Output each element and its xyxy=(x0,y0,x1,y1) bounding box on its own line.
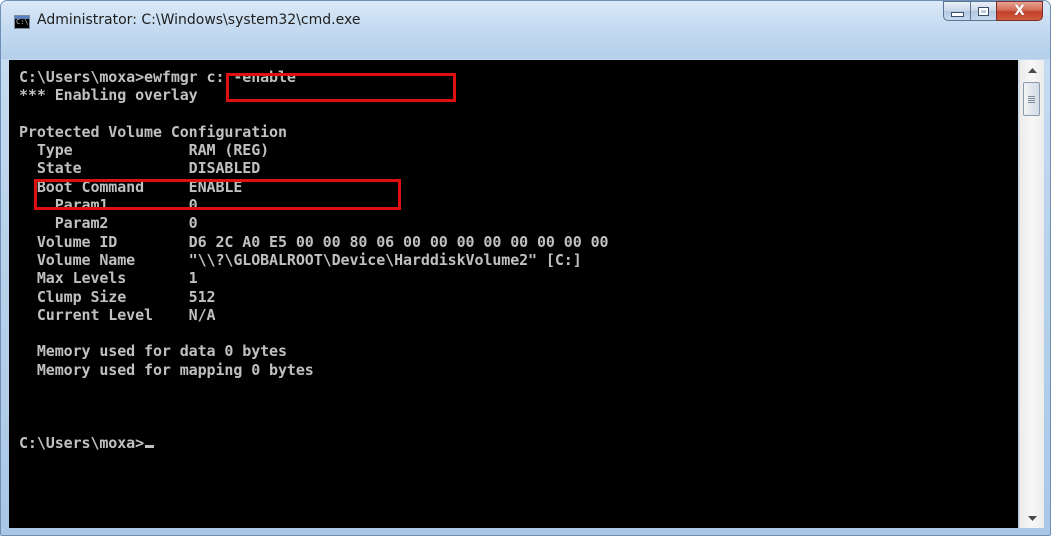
console-line: Param2 0 xyxy=(19,214,198,233)
scroll-down-arrow-icon xyxy=(1027,515,1037,521)
vertical-scrollbar[interactable] xyxy=(1019,60,1044,528)
console-line: Volume ID D6 2C A0 E5 00 00 80 06 00 00 … xyxy=(19,232,609,251)
cmd-icon-label: C:\ xyxy=(16,18,29,26)
caption-buttons: X xyxy=(943,1,1043,23)
maximize-icon xyxy=(978,6,989,16)
scroll-up-arrow-icon xyxy=(1027,67,1037,73)
console-lines: C:\Users\moxa>ewfmgr c: -enable *** Enab… xyxy=(19,68,609,452)
cmd-icon[interactable]: C:\ xyxy=(14,15,30,29)
console-line: Memory used for data 0 bytes xyxy=(19,342,287,361)
console-line: Volume Name "\\?\GLOBALROOT\Device\Hardd… xyxy=(19,250,582,269)
scroll-down-button[interactable] xyxy=(1020,508,1044,528)
console-line: Type RAM (REG) xyxy=(19,141,270,160)
maximize-button[interactable] xyxy=(970,1,996,21)
highlight-box-boot-command xyxy=(34,179,401,210)
console-output[interactable]: C:\Users\moxa>ewfmgr c: -enable *** Enab… xyxy=(9,60,1018,528)
minimize-button[interactable] xyxy=(943,1,970,21)
console-line: Protected Volume Configuration xyxy=(19,122,287,141)
grip-icon xyxy=(1028,95,1035,103)
scroll-up-button[interactable] xyxy=(1020,60,1044,80)
text-cursor xyxy=(145,444,155,448)
console-prompt-line[interactable]: C:\Users\moxa> xyxy=(19,434,608,452)
highlight-box-command xyxy=(226,73,456,102)
console-prompt: C:\Users\moxa> xyxy=(19,433,145,452)
console-line: State DISABLED xyxy=(19,159,261,178)
console-line: Memory used for mapping 0 bytes xyxy=(19,360,314,379)
cmd-window: C:\ Administrator: C:\Windows\system32\c… xyxy=(0,0,1051,536)
close-icon: X xyxy=(1014,3,1025,19)
console-line: Clump Size 512 xyxy=(19,287,216,306)
minimize-icon xyxy=(950,11,964,17)
title-bar[interactable]: C:\ Administrator: C:\Windows\system32\c… xyxy=(1,1,1050,59)
window-title: Administrator: C:\Windows\system32\cmd.e… xyxy=(37,12,361,28)
console-line: Current Level N/A xyxy=(19,305,216,324)
close-button[interactable]: X xyxy=(996,1,1043,21)
console-line: Max Levels 1 xyxy=(19,269,198,288)
scroll-thumb[interactable] xyxy=(1023,82,1040,116)
